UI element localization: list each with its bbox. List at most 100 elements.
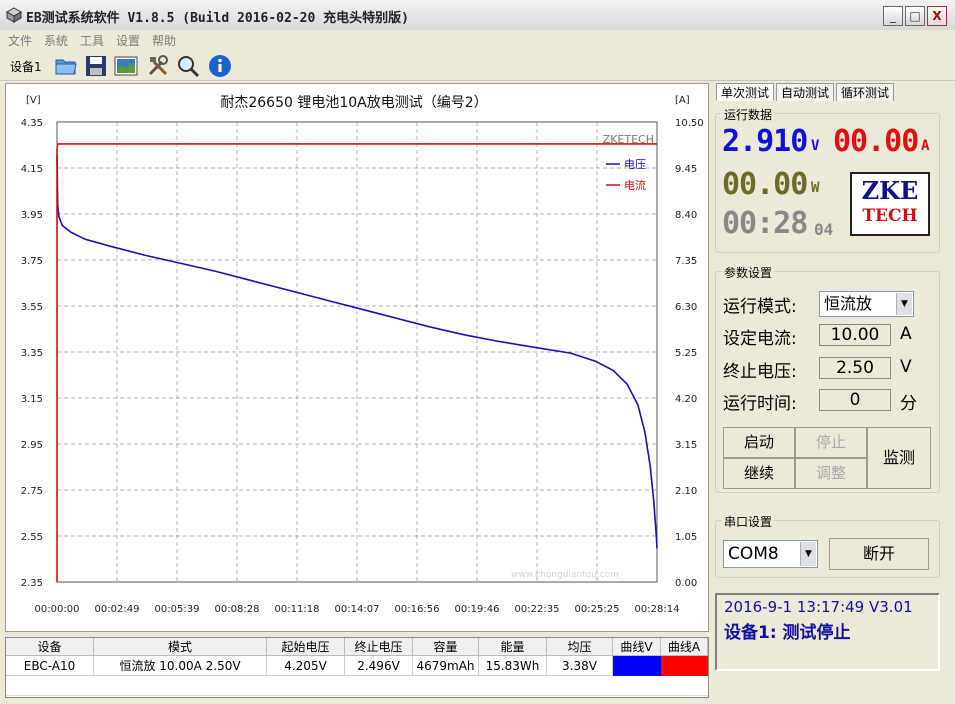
disconnect-button[interactable]: 断开 [829,538,929,570]
y-axis-unit-left: [V] [26,95,41,106]
menu-tools[interactable]: 工具 [80,32,104,49]
col-device-cell: EBC-A10 [6,656,94,676]
logo-tech: TECH [862,206,918,226]
col-end-voltage-cell: 2.496V [345,656,413,676]
y-tick-label: 2.95 [21,440,43,451]
serial-group: 串口设置 COM8 ▼ 断开 [715,513,940,578]
y2-tick-label: 2.10 [675,486,697,497]
x-tick-label: 00:11:18 [275,604,320,615]
col-mode-header: 模式 [94,638,267,656]
monitor-button[interactable]: 监测 [867,427,931,489]
serial-title: 串口设置 [722,513,775,530]
chevron-down-icon[interactable]: ▼ [896,293,912,315]
col-energy-header: 能量 [479,638,547,656]
window-title: EB测试系统软件 V1.8.5 (Build 2016-02-20 充电头特别版… [26,11,409,26]
run-data-group: 运行数据 2.910 V 00.00 A 00.00 W 00:28 04 ZK… [715,106,940,253]
col-curve-a-header: 曲线A [661,638,708,656]
col-curve-v-header: 曲线V [613,638,661,656]
cutoff-voltage-field[interactable]: 2.50 [819,357,891,379]
y2-tick-label: 3.15 [675,440,697,451]
x-tick-label: 00:02:49 [95,604,140,615]
elapsed-seconds-display: 04 [814,220,834,239]
close-button[interactable]: X [927,6,947,26]
discharge-chart: 4.35 4.15 3.95 3.75 3.55 3.35 3.15 2.95 2.75 2.55… [21,95,704,615]
x-tick-label: 00:25:25 [575,604,620,615]
chart-image-icon[interactable] [114,54,138,78]
tab-cycle-test[interactable]: 循环测试 [836,83,894,101]
y-tick-label: 4.15 [21,164,43,175]
chevron-down-icon[interactable]: ▼ [800,542,816,566]
run-time-field[interactable]: 0 [819,389,891,411]
title-bar: EB测试系统软件 V1.8.5 (Build 2016-02-20 充电头特别版… [0,0,955,31]
x-tick-label: 00:05:39 [155,604,200,615]
y2-tick-label: 9.45 [675,164,697,175]
cutoff-voltage-label: 终止电压: [723,362,797,382]
elapsed-time-display: 00:28 [722,206,808,241]
status-timestamp: 2016-9-1 13:17:49 V3.01 [724,598,913,616]
y2-tick-label: 8.40 [675,210,697,221]
power-unit: W [811,180,820,196]
port-select[interactable]: COM8 ▼ [723,540,818,568]
voltage-unit: V [811,138,820,154]
set-current-field[interactable]: 10.00 [819,324,891,346]
y-axis-left: 4.35 4.15 3.95 3.75 3.55 3.35 3.15 2.95 2.75 2.55… [21,118,43,589]
status-message: 设备1: 测试停止 [724,623,851,643]
legend-voltage-label: 电压 [624,158,646,171]
tab-single-test[interactable]: 单次测试 [716,83,774,101]
x-tick-label: 00:22:35 [515,604,560,615]
col-device-header: 设备 [6,638,94,656]
menu-bar: 文件 系统 工具 设置 帮助 [0,30,955,50]
y-tick-label: 3.95 [21,210,43,221]
logo-zke: ZKE [861,176,919,205]
results-table: 设备 模式 起始电压 终止电压 容量 能量 均压 曲线V 曲线A EBC-A10 恒流放 10.00… [5,637,709,698]
menu-system[interactable]: 系统 [44,32,68,49]
y2-tick-label: 4.20 [675,394,697,405]
current-display: 00.00 [833,124,919,159]
y-tick-label: 2.35 [21,578,43,589]
save-icon[interactable] [84,54,108,78]
x-tick-label: 00:16:56 [395,604,440,615]
adjust-button[interactable]: 调整 [795,458,867,489]
voltage-display: 2.910 [722,124,808,159]
search-icon[interactable] [176,54,200,78]
tools-icon[interactable] [146,54,170,78]
current-unit: A [921,138,930,154]
y-axis-unit-right: [A] [675,95,690,106]
curve-a-swatch [661,656,708,676]
curve-v-swatch [613,656,661,676]
col-start-voltage-header: 起始电压 [267,638,345,656]
x-tick-label: 00:19:46 [455,604,500,615]
x-axis: 00:00:00 00:02:49 00:05:39 00:08:28 00:11:18… [35,604,680,615]
menu-help[interactable]: 帮助 [152,32,176,49]
menu-file[interactable]: 文件 [8,32,32,49]
menu-settings[interactable]: 设置 [116,32,140,49]
tab-auto-test[interactable]: 自动测试 [776,83,834,101]
chart-title: 耐杰26650 锂电池10A放电测试（编号2） [220,95,487,111]
maximize-button[interactable]: □ [905,6,925,26]
device-label[interactable]: 设备1 [10,58,42,75]
continue-button[interactable]: 继续 [723,458,795,489]
x-tick-label: 00:14:07 [335,604,380,615]
col-capacity-cell: 4679mAh [413,656,479,676]
run-time-unit: 分 [900,394,917,414]
params-title: 参数设置 [722,264,775,281]
y-tick-label: 3.35 [21,348,43,359]
start-button[interactable]: 启动 [723,427,795,458]
minimize-button[interactable]: _ [883,6,903,26]
y-tick-label: 2.75 [21,486,43,497]
stop-button[interactable]: 停止 [795,427,867,458]
open-folder-icon[interactable] [54,54,78,78]
chart-watermark-zketech: ZKETECH [603,133,654,146]
chart-site-watermark: www.chongdiantou.com [511,570,619,580]
set-current-unit: A [900,324,912,344]
cutoff-voltage-unit: V [900,357,912,377]
y-tick-label: 3.55 [21,302,43,313]
col-avg-voltage-cell: 3.38V [547,656,613,676]
x-tick-label: 00:28:14 [635,604,680,615]
mode-select[interactable]: 恒流放 ▼ [819,291,914,317]
info-icon[interactable] [208,54,232,78]
y-axis-right: 10.50 9.45 8.40 7.35 6.30 5.25 4.20 3.15 2.10 1.0… [675,118,704,589]
legend-current-label: 电流 [624,178,646,192]
mode-label: 运行模式: [723,297,797,317]
right-panel: 单次测试 自动测试 循环测试 运行数据 2.910 V 00.00 A 00.0… [712,80,955,704]
